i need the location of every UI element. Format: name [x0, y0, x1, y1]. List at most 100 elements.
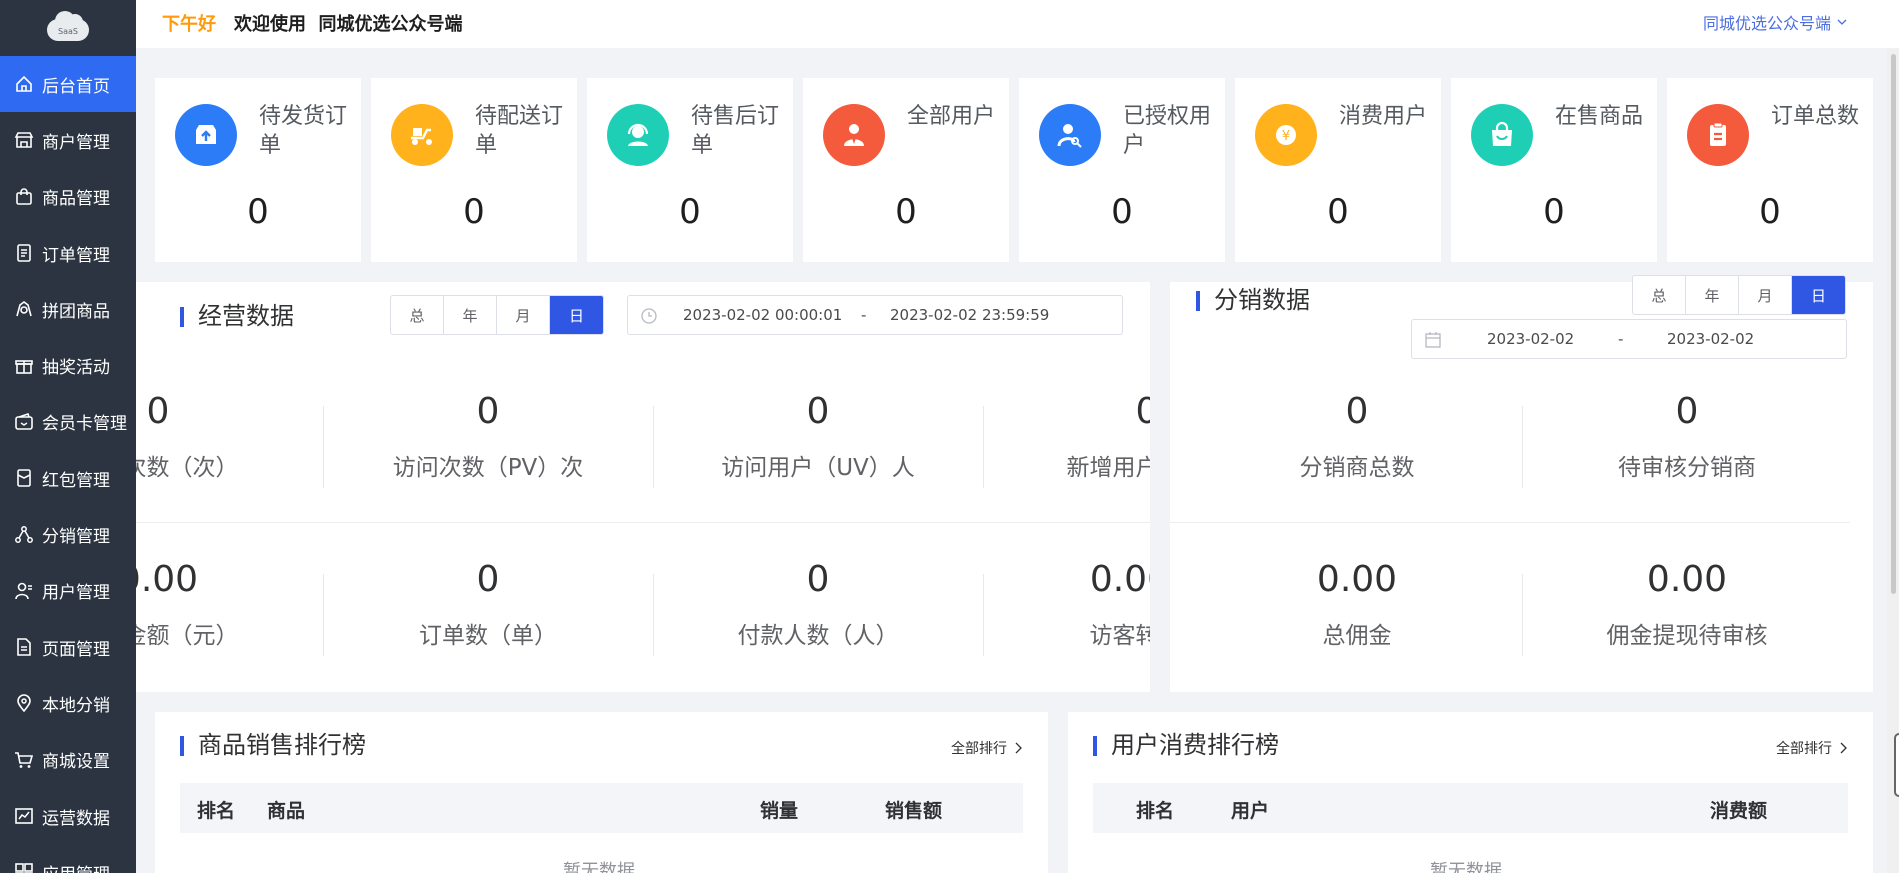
- stat-value: 0: [895, 192, 917, 232]
- empty-state-text: 暂无数据: [563, 861, 635, 873]
- period-button[interactable]: 总: [391, 296, 444, 334]
- sidebar: SaaS 后台首页商户管理 商品管理订单管理拼团商品抽奖活动 会员卡管理红包管理分销…: [0, 0, 136, 873]
- sidebar-item-label: 红包管理: [42, 470, 110, 491]
- stat-value: 0: [679, 192, 701, 232]
- sidebar-item-label: 拼团商品: [42, 301, 110, 322]
- period-button[interactable]: 年: [1686, 276, 1739, 314]
- range-separator: -: [861, 306, 867, 324]
- metric-label: 访问用户（UV）人: [721, 455, 915, 481]
- delivery-scooter-icon: [391, 104, 453, 166]
- product-ranking-more-link[interactable]: 全部排行: [951, 738, 1023, 758]
- column-header: 销售额: [885, 800, 943, 822]
- sidebar-item-label: 订单管理: [42, 245, 110, 266]
- user-ranking-more-link[interactable]: 全部排行: [1776, 738, 1848, 758]
- logo-area: SaaS: [0, 0, 136, 56]
- row-divider: [1170, 522, 1850, 523]
- metric-value: 0: [1675, 391, 1699, 432]
- sidebar-item[interactable]: 后台首页: [0, 56, 136, 113]
- metric-divider: [1522, 574, 1523, 656]
- sidebar-item[interactable]: 用户管理: [0, 563, 136, 619]
- sidebar-item[interactable]: 页面管理: [0, 619, 136, 675]
- welcome-text: 欢迎使用 同城优选公众号端: [234, 14, 463, 35]
- stat-card[interactable]: 全部用户 0: [803, 78, 1009, 262]
- sidebar-item[interactable]: 订单管理: [0, 225, 136, 281]
- stat-card[interactable]: 已授权用户 0: [1019, 78, 1225, 262]
- column-header: 排名: [1136, 800, 1175, 822]
- period-button[interactable]: 日: [550, 296, 603, 334]
- location-icon: [14, 693, 34, 713]
- redpacket-icon: [14, 468, 34, 488]
- sidebar-item[interactable]: 会员卡管理: [0, 394, 136, 450]
- range-separator: -: [1618, 330, 1624, 348]
- business-period-selector: 总年月日: [390, 295, 604, 335]
- metric-label: 待审核分销商: [1618, 455, 1756, 481]
- metric-divider: [653, 574, 654, 656]
- metric: 0 访问次数（PV）次: [323, 392, 653, 482]
- stat-label: 待配送订单: [475, 104, 564, 158]
- saas-logo[interactable]: SaaS: [45, 11, 91, 43]
- stat-value: 0: [247, 192, 269, 232]
- bag-icon: [14, 187, 34, 207]
- sidebar-item-label: 运营数据: [42, 808, 110, 829]
- metric-value: 0.00: [136, 559, 199, 600]
- sidebar-item-label: 页面管理: [42, 639, 110, 660]
- stat-value: 0: [1111, 192, 1133, 232]
- metric-value: 0: [806, 559, 830, 600]
- row-divider: [136, 522, 1150, 523]
- account-dropdown[interactable]: 同城优选公众号端: [1703, 10, 1847, 34]
- distribution-date-range[interactable]: 2023-02-02 - 2023-02-02: [1411, 319, 1847, 359]
- period-button[interactable]: 月: [497, 296, 550, 334]
- stat-card[interactable]: 在售商品 0: [1451, 78, 1657, 262]
- sidebar-item[interactable]: 抽奖活动: [0, 337, 136, 393]
- chevron-right-icon: [1840, 742, 1847, 754]
- business-date-range[interactable]: 2023-02-02 00:00:01 - 2023-02-02 23:59:5…: [627, 295, 1123, 335]
- stat-label: 待售后订单: [691, 104, 780, 158]
- cart-icon: [14, 750, 34, 770]
- chart-icon: [14, 806, 34, 826]
- metric: 0.00% 访客转化率: [982, 560, 1151, 650]
- sidebar-item-label: 后台首页: [42, 76, 110, 97]
- stat-label: 消费用户: [1339, 104, 1428, 129]
- sidebar-item[interactable]: 红包管理: [0, 450, 136, 506]
- group-icon: [14, 299, 34, 319]
- stat-value: 0: [463, 192, 485, 232]
- floating-side-handle[interactable]: [1894, 733, 1899, 797]
- stat-value: 0: [1327, 192, 1349, 232]
- column-header: 排名: [197, 800, 236, 822]
- all-users-icon: [823, 104, 885, 166]
- sidebar-item[interactable]: 应用管理: [0, 844, 136, 873]
- period-button[interactable]: 月: [1739, 276, 1792, 314]
- stat-card[interactable]: 待发货订单 0: [155, 78, 361, 262]
- metric-value: 0.00: [1316, 559, 1398, 600]
- user-icon: [14, 581, 34, 601]
- period-button[interactable]: 日: [1792, 276, 1845, 314]
- scrollbar-thumb[interactable]: [1891, 54, 1896, 594]
- metric-divider: [1522, 406, 1523, 488]
- logo-text: SaaS: [58, 27, 78, 36]
- metric: 0.00 交易金额（元）: [136, 560, 323, 650]
- stat-card[interactable]: 订单总数 0: [1667, 78, 1873, 262]
- ship-box-icon: [175, 104, 237, 166]
- period-button[interactable]: 总: [1633, 276, 1686, 314]
- user-ranking-panel: 用户消费排行榜 全部排行 排名 用户 消费额 暂无数据: [1068, 712, 1873, 873]
- sidebar-item[interactable]: 分销管理: [0, 506, 136, 562]
- stat-card[interactable]: ¥ 消费用户 0: [1235, 78, 1441, 262]
- sidebar-item[interactable]: 本地分销: [0, 675, 136, 731]
- more-label: 全部排行: [1776, 741, 1832, 757]
- stat-card[interactable]: 待售后订单 0: [587, 78, 793, 262]
- sidebar-item[interactable]: 拼团商品: [0, 281, 136, 337]
- sidebar-item[interactable]: 商户管理: [0, 112, 136, 168]
- customer-service-icon: [607, 104, 669, 166]
- metric-divider: [983, 574, 984, 656]
- range-start: 2023-02-02: [1487, 330, 1575, 348]
- metric: 0 付款人数（人）: [653, 560, 983, 650]
- home-icon: [14, 74, 34, 94]
- sidebar-item[interactable]: 运营数据: [0, 788, 136, 844]
- stat-card[interactable]: 待配送订单 0: [371, 78, 577, 262]
- sidebar-item[interactable]: 商品管理: [0, 169, 136, 225]
- stat-value: 0: [1543, 192, 1565, 232]
- sidebar-item[interactable]: 商城设置: [0, 732, 136, 788]
- metric-label: 分销商总数: [1299, 455, 1415, 481]
- period-button[interactable]: 年: [444, 296, 497, 334]
- metric-label: 总佣金: [1322, 623, 1392, 649]
